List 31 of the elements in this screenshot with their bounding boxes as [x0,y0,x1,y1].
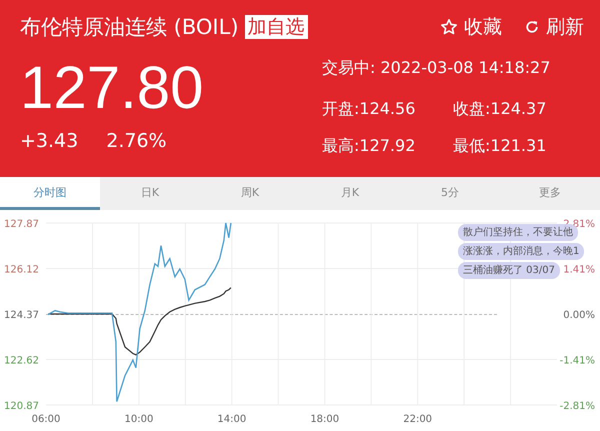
x-axis-label: 10:00 [124,414,154,425]
trading-status: 交易中: 2022-03-08 14:18:27 [322,58,552,79]
percent-axis-label: 0.00% [563,310,595,321]
favorite-button[interactable]: 收藏 [440,14,502,40]
stat-value: 最低:121.31 [453,136,548,157]
price-change: +3.43 [20,130,78,152]
x-axis-label: 06:00 [32,414,60,425]
y-axis-label: 127.87 [4,219,39,230]
percent-axis-label: 1.41% [563,264,595,276]
refresh-icon [524,19,540,35]
stat-value: 最高:127.92 [322,136,416,157]
percent-axis-label: -2.81% [560,401,595,412]
y-axis-label: 122.62 [4,356,39,366]
comment-bubble: 三桶油赚死了 03/07 [458,262,560,279]
y-axis-label: 120.87 [4,401,39,412]
instrument-title: 布伦特原油连续 (BOIL) [20,14,239,41]
comment-bubble: 涨涨涨，内部消息，今晚1 [458,243,584,260]
y-axis-label: 126.12 [4,264,39,276]
x-axis-label: 22:00 [403,414,432,425]
stat-value: 开盘:124.56 [322,99,416,120]
percent-change: 2.76% [106,130,167,152]
y-axis-label: 124.37 [4,310,39,321]
refresh-button[interactable]: 刷新 [524,14,584,40]
x-axis-label: 14:00 [217,414,246,425]
percent-axis-label: -1.41% [560,356,595,366]
price-value: 127.80 [20,53,204,123]
x-axis-label: 18:00 [310,414,340,425]
star-icon [440,18,458,36]
stat-value: 收盘:124.37 [453,99,548,120]
chart-tab[interactable]: 分时图 [0,177,100,210]
add-watchlist-button[interactable]: 加自选 [244,15,308,39]
